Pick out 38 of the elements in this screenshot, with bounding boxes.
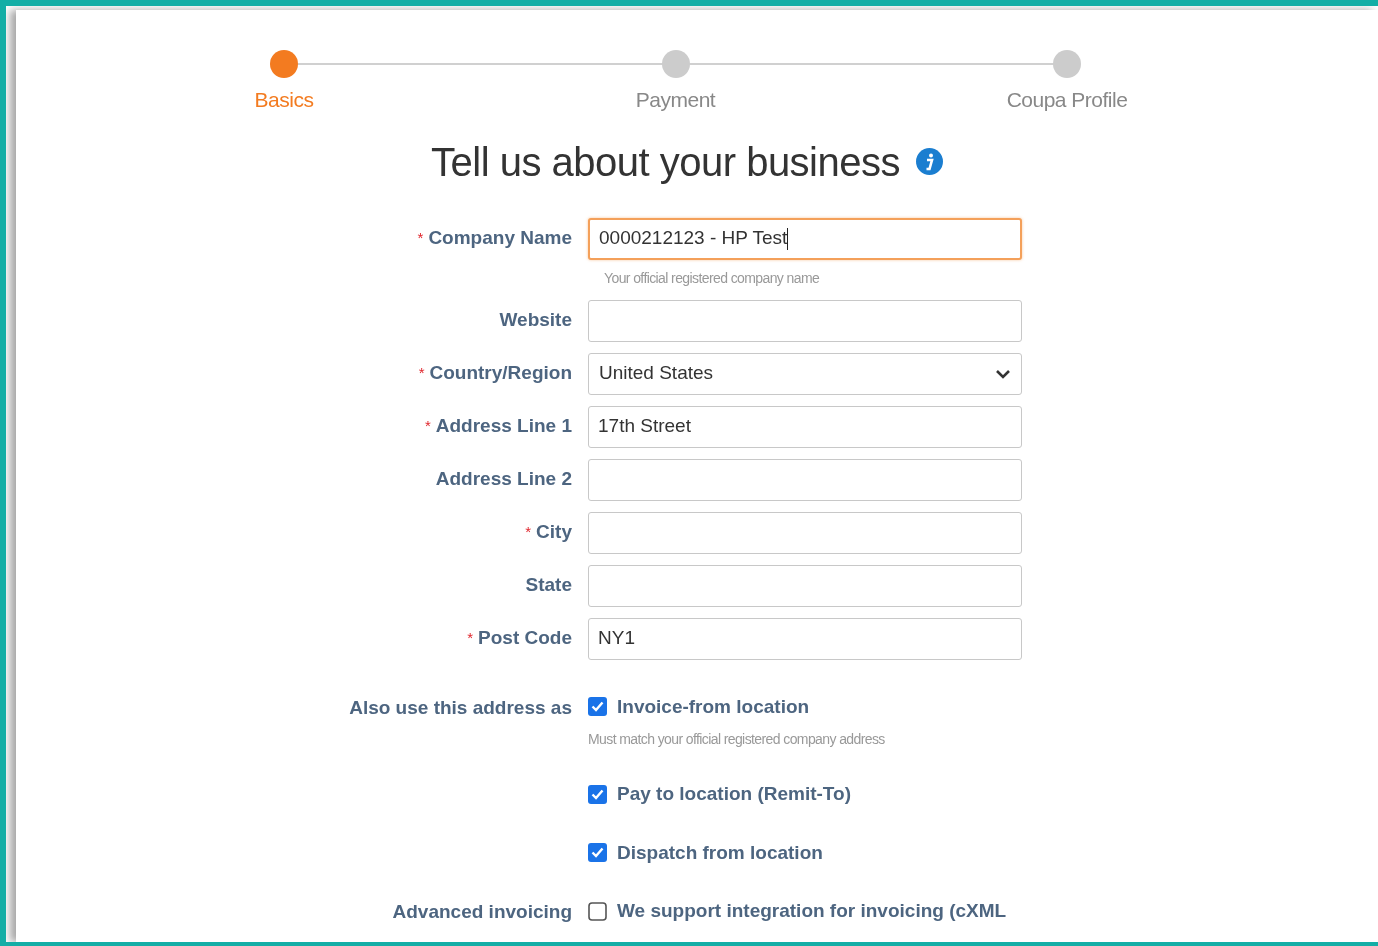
required-mark: * bbox=[424, 416, 431, 437]
step-label[interactable]: Coupa Profile bbox=[1006, 84, 1128, 116]
field-label: Country/Region bbox=[429, 361, 572, 386]
field-hint: Your official registered company name bbox=[604, 268, 821, 288]
required-mark: * bbox=[417, 228, 424, 249]
checkbox-label[interactable]: We support integration for invoicing (cXML bbox=[617, 897, 1007, 926]
checkbox[interactable] bbox=[588, 784, 607, 804]
field-label: State bbox=[525, 573, 572, 598]
field-label: Address Line 2 bbox=[435, 467, 572, 492]
checkbox-hint: Must match your official registered company address bbox=[588, 730, 885, 749]
step-label[interactable]: Payment bbox=[635, 84, 716, 116]
checkbox[interactable] bbox=[588, 697, 607, 717]
required-mark: * bbox=[525, 522, 532, 543]
text-field[interactable]: 17th Street bbox=[588, 405, 1022, 448]
group-label: Also use this address as bbox=[349, 695, 572, 720]
group-label: Advanced invoicing bbox=[392, 900, 572, 924]
field-label: City bbox=[536, 520, 572, 545]
info-icon[interactable] bbox=[916, 148, 943, 175]
page-title: Tell us about your business bbox=[431, 138, 900, 186]
chevron-down-icon bbox=[995, 368, 1011, 379]
field-label: Post Code bbox=[478, 626, 572, 651]
country-select[interactable]: United States bbox=[588, 352, 1022, 395]
checkbox[interactable] bbox=[588, 843, 607, 863]
checkbox-label[interactable]: Invoice-from location bbox=[617, 692, 810, 721]
text-field[interactable] bbox=[588, 511, 1022, 554]
field-label: Website bbox=[499, 308, 572, 333]
checkbox-label[interactable]: Pay to location (Remit-To) bbox=[617, 780, 851, 809]
text-field[interactable] bbox=[588, 299, 1022, 342]
text-field[interactable] bbox=[588, 458, 1022, 501]
required-mark: * bbox=[467, 628, 474, 649]
required-mark: * bbox=[418, 363, 425, 384]
field-label: Company Name bbox=[428, 226, 572, 251]
text-field[interactable] bbox=[588, 564, 1022, 607]
field-label: Address Line 1 bbox=[435, 414, 572, 439]
text-field[interactable]: NY1 bbox=[588, 617, 1022, 660]
checkbox[interactable] bbox=[588, 901, 607, 921]
checkbox-label[interactable]: Dispatch from location bbox=[617, 838, 823, 867]
text-field[interactable]: 0000212123 - HP Test bbox=[588, 217, 1022, 260]
